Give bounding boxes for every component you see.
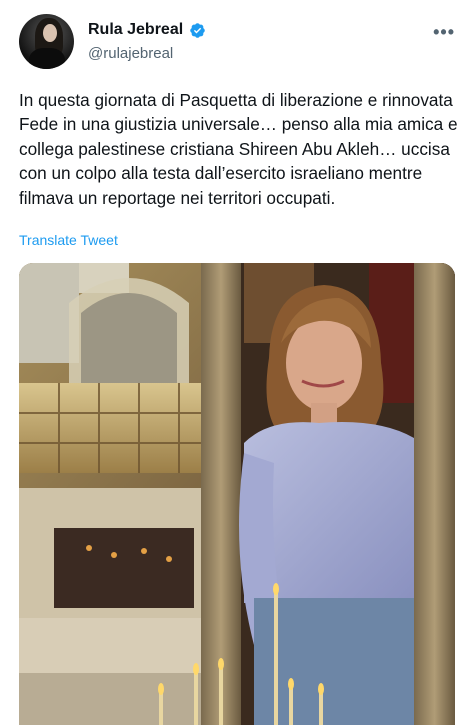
handle[interactable]: @rulajebreal <box>88 45 173 62</box>
tweet-header: Rula Jebreal @rulajebreal ••• <box>19 14 459 74</box>
verified-badge-icon <box>190 22 205 38</box>
avatar-body <box>29 48 65 69</box>
avatar[interactable] <box>19 14 74 69</box>
translate-tweet-link[interactable]: Translate Tweet <box>19 232 118 248</box>
photo-illustration <box>19 263 455 725</box>
tweet-text: In questa giornata di Pasquetta di liber… <box>19 90 458 208</box>
display-name[interactable]: Rula Jebreal <box>88 21 183 39</box>
tweet-photo[interactable] <box>19 263 455 725</box>
avatar-face <box>43 24 57 42</box>
name-row: Rula Jebreal <box>88 21 206 39</box>
more-options-icon[interactable]: ••• <box>433 22 455 43</box>
